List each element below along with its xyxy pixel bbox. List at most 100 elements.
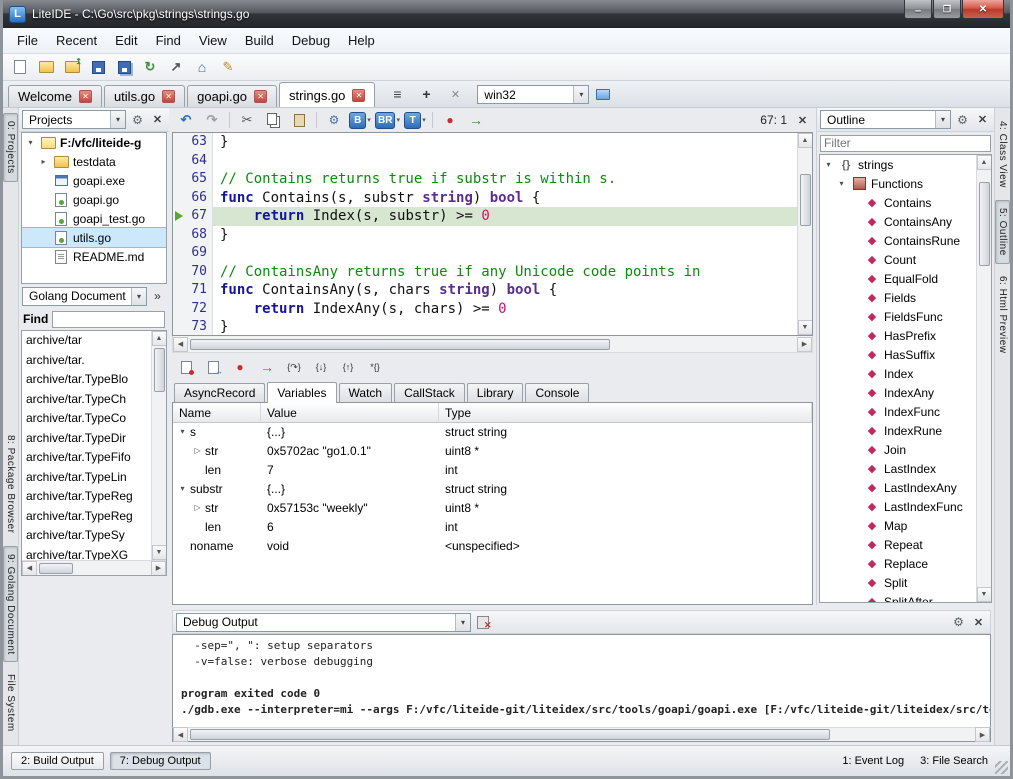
- debug-start-button[interactable]: [464, 109, 488, 131]
- editor-vscrollbar[interactable]: [797, 133, 812, 335]
- tab-welcome[interactable]: Welcome: [8, 85, 102, 107]
- menu-file[interactable]: File: [8, 30, 47, 51]
- outline-item-splitafter[interactable]: SplitAfter: [820, 592, 976, 602]
- menu-debug[interactable]: Debug: [283, 30, 339, 51]
- tab-list-button[interactable]: [385, 83, 409, 105]
- statusbar-3-file-search[interactable]: 3: File Search: [920, 755, 988, 767]
- outline-item-equalfold[interactable]: EqualFold: [820, 269, 976, 288]
- side-tab-6-html-preview[interactable]: 6: Html Preview: [995, 268, 1010, 362]
- panel-settings-button[interactable]: [950, 614, 967, 631]
- editor-line-63[interactable]: 63}: [173, 133, 797, 152]
- side-tab-9-golang-document[interactable]: 9: Golang Document: [3, 546, 18, 663]
- line-number[interactable]: 71: [173, 281, 213, 300]
- build-button[interactable]: B: [348, 109, 372, 131]
- debug-record-button[interactable]: [438, 109, 462, 131]
- var-name-s[interactable]: ▾s: [173, 422, 261, 441]
- column-header-value[interactable]: Value: [261, 403, 439, 423]
- outline-item-split[interactable]: Split: [820, 573, 976, 592]
- doc-item[interactable]: archive/tar.TypeCo: [22, 409, 151, 429]
- outline-item-lastindex[interactable]: LastIndex: [820, 459, 976, 478]
- outline-item-count[interactable]: Count: [820, 250, 976, 269]
- open-folder-button[interactable]: [60, 56, 84, 78]
- project-item-goapi-exe[interactable]: goapi.exe: [22, 171, 166, 190]
- add-tab-button[interactable]: [414, 83, 438, 105]
- outline-item-repeat[interactable]: Repeat: [820, 535, 976, 554]
- statusbar-7-debug-output[interactable]: 7: Debug Output: [110, 752, 211, 770]
- scrollbar-thumb[interactable]: [154, 348, 165, 392]
- tab-utils-go[interactable]: utils.go: [104, 85, 185, 107]
- tab-strings-go[interactable]: strings.go: [279, 82, 375, 107]
- export-button[interactable]: [164, 56, 188, 78]
- output-hscrollbar[interactable]: [172, 727, 991, 742]
- editor-line-69[interactable]: 69: [173, 244, 797, 263]
- outline-vscrollbar[interactable]: [976, 155, 991, 602]
- panel-close-button[interactable]: [970, 614, 987, 631]
- outline-item-lastindexany[interactable]: LastIndexAny: [820, 478, 976, 497]
- test-button[interactable]: T: [403, 109, 427, 131]
- editor-line-64[interactable]: 64: [173, 152, 797, 171]
- editor-line-68[interactable]: 68}: [173, 226, 797, 245]
- code-editor[interactable]: 63}6465// Contains returns true if subst…: [172, 132, 813, 336]
- side-tab-4-class-view[interactable]: 4: Class View: [995, 113, 1010, 196]
- line-number[interactable]: 64: [173, 152, 213, 171]
- panel-close-button[interactable]: [149, 111, 166, 128]
- resize-grip[interactable]: [995, 761, 1008, 774]
- editor-close-button[interactable]: [794, 112, 811, 129]
- var-name-len[interactable]: len: [173, 460, 261, 479]
- titlebar[interactable]: LiteIDE - C:\Go\src\pkg\strings\strings.…: [3, 0, 1010, 28]
- line-number[interactable]: 68: [173, 226, 213, 245]
- var-name-substr[interactable]: ▾substr: [173, 479, 261, 498]
- continue-debug-button[interactable]: [255, 356, 279, 378]
- line-number[interactable]: 63: [173, 133, 213, 152]
- expander-icon[interactable]: ▾: [25, 138, 36, 147]
- close-button[interactable]: [962, 0, 1004, 19]
- doc-item[interactable]: archive/tar.TypeDir: [22, 429, 151, 449]
- doc-item[interactable]: archive/tar.TypeSy: [22, 526, 151, 546]
- panel-settings-button[interactable]: [129, 111, 146, 128]
- clear-output-button[interactable]: [474, 614, 491, 631]
- line-number[interactable]: 70: [173, 263, 213, 282]
- new-file-button[interactable]: [8, 56, 32, 78]
- panel-close-button[interactable]: [974, 111, 991, 128]
- outline-item-hasprefix[interactable]: HasPrefix: [820, 326, 976, 345]
- panel-settings-button[interactable]: [954, 111, 971, 128]
- reload-button[interactable]: [138, 56, 162, 78]
- outline-item-replace[interactable]: Replace: [820, 554, 976, 573]
- line-number[interactable]: 73: [173, 318, 213, 335]
- outline-item-map[interactable]: Map: [820, 516, 976, 535]
- doc-item[interactable]: archive/tar.TypeLin: [22, 468, 151, 488]
- document-list-vscrollbar[interactable]: [151, 331, 166, 560]
- scroll-left-icon[interactable]: [22, 561, 37, 576]
- close-tab-icon[interactable]: [79, 90, 92, 103]
- project-item-testdata[interactable]: ▸testdata: [22, 152, 166, 171]
- close-tab-icon[interactable]: [162, 90, 175, 103]
- project-item-f-vfc-liteide-g[interactable]: ▾F:/vfc/liteide-g: [22, 133, 166, 152]
- outline-filter-input[interactable]: [820, 135, 991, 152]
- save-file-button[interactable]: [86, 56, 110, 78]
- document-combobox[interactable]: Golang Document: [22, 287, 147, 306]
- home-button[interactable]: [190, 56, 214, 78]
- cut-button[interactable]: [235, 109, 259, 131]
- editor-line-70[interactable]: 70// ContainsAny returns true if any Uni…: [173, 263, 797, 282]
- scroll-up-icon[interactable]: [152, 331, 167, 346]
- scrollbar-thumb[interactable]: [979, 182, 990, 266]
- open-file-button[interactable]: [34, 56, 58, 78]
- editor-line-66[interactable]: 66func Contains(s, substr string) bool {: [173, 189, 797, 208]
- var-name-noname[interactable]: noname: [173, 536, 261, 555]
- editor-line-73[interactable]: 73}: [173, 318, 797, 335]
- menu-view[interactable]: View: [190, 30, 236, 51]
- redo-button[interactable]: [200, 109, 224, 131]
- editor-line-72[interactable]: 72 return IndexAny(s, chars) >= 0: [173, 300, 797, 319]
- doc-item[interactable]: archive/tar.TypeReg: [22, 507, 151, 527]
- step-over-button[interactable]: [282, 356, 306, 378]
- close-tab-icon[interactable]: [352, 89, 365, 102]
- scroll-right-icon[interactable]: [797, 337, 812, 352]
- step-into-button[interactable]: [309, 356, 333, 378]
- outline-item-fields[interactable]: Fields: [820, 288, 976, 307]
- scroll-right-icon[interactable]: [151, 561, 166, 576]
- debug-tab-callstack[interactable]: CallStack: [394, 383, 465, 402]
- debug-tab-console[interactable]: Console: [525, 383, 589, 402]
- debug-output-text[interactable]: -sep=", ": setup separators -v=false: ve…: [172, 634, 991, 727]
- debug-tab-variables[interactable]: Variables: [267, 382, 336, 403]
- line-number[interactable]: 67: [173, 207, 213, 226]
